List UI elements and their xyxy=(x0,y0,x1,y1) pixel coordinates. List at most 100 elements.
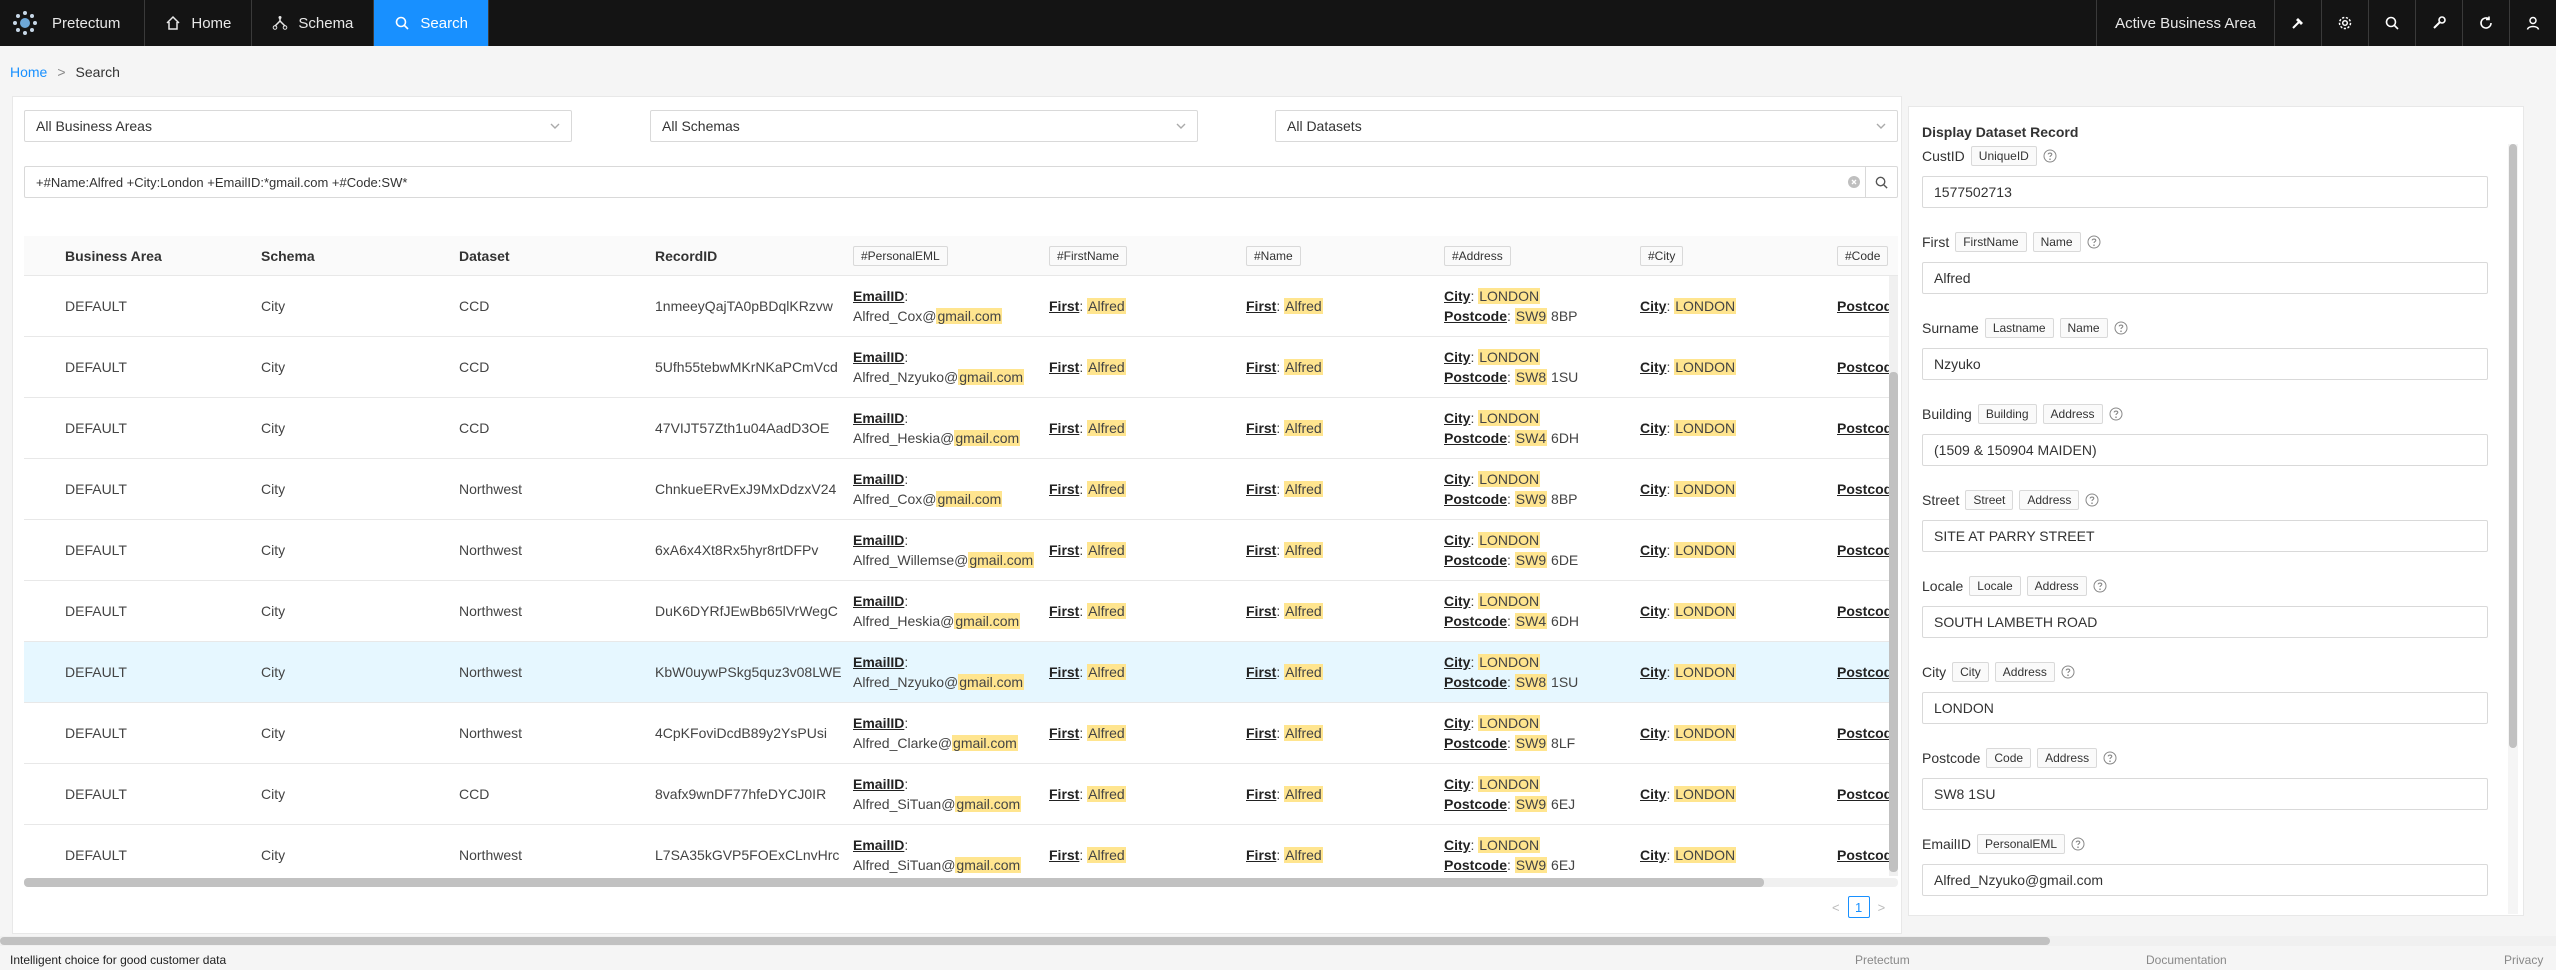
top-nav: Pretectum Home Schema Search Active Busi… xyxy=(0,0,2556,46)
field-key: First xyxy=(1246,603,1277,619)
field-tag: Code xyxy=(1986,748,2032,768)
page-1-button[interactable]: 1 xyxy=(1847,896,1870,918)
record-field-value[interactable]: LONDON xyxy=(1922,692,2488,724)
hammer-button[interactable] xyxy=(2274,0,2321,46)
field-tag: Lastname xyxy=(1984,318,2054,338)
table-row[interactable]: DEFAULT City Northwest 4CpKFoviDcdB89y2YsPU… xyxy=(24,703,1898,764)
nav-schema[interactable]: Schema xyxy=(252,0,375,46)
page-horizontal-scrollbar[interactable] xyxy=(0,936,2556,946)
search-submit-button[interactable] xyxy=(1865,167,1897,197)
cell-firstname: First: Alfred xyxy=(1049,542,1126,558)
column-header-city[interactable]: #City xyxy=(1640,236,1684,276)
nav-home[interactable]: Home xyxy=(145,0,253,46)
table-row[interactable]: DEFAULT City CCD 8vafx9wnDF77hfeDYCJ0IR Emai… xyxy=(24,764,1898,825)
cell-schema: City xyxy=(261,603,286,619)
clear-search-button[interactable] xyxy=(1843,176,1865,188)
field-key: City xyxy=(1640,664,1667,680)
question-circle-icon[interactable] xyxy=(2071,837,2085,851)
column-header-personaleml[interactable]: #PersonalEML xyxy=(853,236,948,276)
cell-personaleml: EmailID: Alfred_Heskia@gmail.com xyxy=(853,593,1021,629)
record-field-value[interactable]: Alfred_Nzyuko@gmail.com xyxy=(1922,864,2488,896)
table-row[interactable]: DEFAULT City Northwest 6xA6x4Xt8Rx5hyr8rtDF… xyxy=(24,520,1898,581)
dataset-select[interactable]: All Datasets xyxy=(1275,110,1898,142)
field-key: EmailID xyxy=(853,776,905,792)
scroll-thumb[interactable] xyxy=(2509,144,2517,748)
active-business-area[interactable]: Active Business Area xyxy=(2096,0,2274,46)
cell-dataset: Northwest xyxy=(459,481,523,497)
cell-schema: City xyxy=(261,359,286,375)
cell-dataset: Northwest xyxy=(459,725,523,741)
record-field-value[interactable]: SOUTH LAMBETH ROAD xyxy=(1922,606,2488,638)
tools-button[interactable] xyxy=(2415,0,2462,46)
column-tag: #FirstName xyxy=(1049,246,1128,266)
column-header-code[interactable]: #Code xyxy=(1837,236,1889,276)
record-field-value[interactable]: Nzyuko xyxy=(1922,348,2488,380)
footer-link-privacy[interactable]: Privacy xyxy=(2504,953,2543,967)
record-field-value[interactable]: 1577502713 xyxy=(1922,176,2488,208)
question-circle-icon[interactable] xyxy=(2093,579,2107,593)
question-circle-icon[interactable] xyxy=(2085,493,2099,507)
table-row[interactable]: DEFAULT City CCD 47VIJT57Zth1u04AadD3OE Emai… xyxy=(24,398,1898,459)
business-area-select[interactable]: All Business Areas xyxy=(24,110,572,142)
settings-button[interactable] xyxy=(2321,0,2368,46)
next-page-button[interactable]: > xyxy=(1878,900,1886,915)
match-highlight: gmail.com xyxy=(955,857,1022,873)
record-field-value[interactable]: (1509 & 150904 MAIDEN) xyxy=(1922,434,2488,466)
question-circle-icon[interactable] xyxy=(2043,149,2057,163)
table-row[interactable]: DEFAULT City CCD 5Ufh55tebwMKrNKaPCmVcd Emai… xyxy=(24,337,1898,398)
match-highlight: LONDON xyxy=(1674,664,1737,680)
match-highlight: gmail.com xyxy=(952,735,1018,751)
table-row[interactable]: DEFAULT City Northwest KbW0uywPSkg5quz3v08L… xyxy=(24,642,1898,703)
column-header-schema[interactable]: Schema xyxy=(261,236,315,276)
column-header-dataset[interactable]: Dataset xyxy=(459,236,510,276)
record-panel-scrollbar[interactable] xyxy=(2508,144,2518,914)
column-header-recordid[interactable]: RecordID xyxy=(655,236,717,276)
column-header-name[interactable]: #Name xyxy=(1246,236,1301,276)
field-tag: City xyxy=(1952,662,1989,682)
footer-link-pretectum[interactable]: Pretectum xyxy=(1855,953,1910,967)
scroll-thumb[interactable] xyxy=(1889,372,1898,872)
brand[interactable]: Pretectum xyxy=(0,0,146,46)
search-input[interactable] xyxy=(25,167,1843,197)
question-circle-icon[interactable] xyxy=(2114,321,2128,335)
question-circle-icon[interactable] xyxy=(2103,751,2117,765)
table-row[interactable]: DEFAULT City Northwest L7SA35kGVP5FOExCLnvH… xyxy=(24,825,1898,882)
cell-recordid: 4CpKFoviDcdB89y2YsPUsi xyxy=(655,725,827,741)
table-row[interactable]: DEFAULT City Northwest ChnkueERvExJ9MxDdzxV… xyxy=(24,459,1898,520)
schema-select[interactable]: All Schemas xyxy=(650,110,1198,142)
cell-name: First: Alfred xyxy=(1246,786,1323,802)
question-circle-icon[interactable] xyxy=(2109,407,2123,421)
record-field-value[interactable]: Alfred xyxy=(1922,262,2488,294)
user-button[interactable] xyxy=(2509,0,2556,46)
cell-city: City: LONDON xyxy=(1640,786,1737,802)
global-search-button[interactable] xyxy=(2368,0,2415,46)
table-row[interactable]: DEFAULT City CCD 1nmeeyQajTA0pBDqlKRzvw Emai… xyxy=(24,276,1898,337)
scroll-thumb[interactable] xyxy=(24,878,1764,887)
cell-name: First: Alfred xyxy=(1246,847,1323,863)
field-key: City xyxy=(1640,420,1667,436)
question-circle-icon[interactable] xyxy=(2061,665,2075,679)
question-circle-icon[interactable] xyxy=(2087,235,2101,249)
column-header-firstname[interactable]: #FirstName xyxy=(1049,236,1128,276)
cell-personaleml: EmailID: Alfred_Willemse@gmail.com xyxy=(853,532,1035,568)
field-key: EmailID xyxy=(853,532,905,548)
column-header-business-area[interactable]: Business Area xyxy=(65,236,162,276)
field-tag: Address xyxy=(2037,748,2098,768)
refresh-button[interactable] xyxy=(2462,0,2509,46)
record-field-value[interactable]: SITE AT PARRY STREET xyxy=(1922,520,2488,552)
footer-link-documentation[interactable]: Documentation xyxy=(2146,953,2227,967)
table-row[interactable]: DEFAULT City Northwest DuK6DYRfJEwBb65lVrWe… xyxy=(24,581,1898,642)
scroll-thumb[interactable] xyxy=(0,937,2050,945)
match-highlight: LONDON xyxy=(1674,603,1737,619)
record-field-value[interactable]: SW8 1SU xyxy=(1922,778,2488,810)
prev-page-button[interactable]: < xyxy=(1832,900,1840,915)
column-header-address[interactable]: #Address xyxy=(1444,236,1511,276)
cell-address: City: LONDON Postcode: SW4 6DH xyxy=(1444,593,1580,629)
table-vertical-scrollbar[interactable] xyxy=(1889,276,1898,876)
breadcrumb-home[interactable]: Home xyxy=(10,64,47,80)
wrench-icon xyxy=(2433,16,2446,29)
user-icon xyxy=(2526,16,2540,30)
nav-search[interactable]: Search xyxy=(374,0,489,46)
table-horizontal-scrollbar[interactable] xyxy=(24,878,1898,887)
cell-business-area: DEFAULT xyxy=(65,847,127,863)
